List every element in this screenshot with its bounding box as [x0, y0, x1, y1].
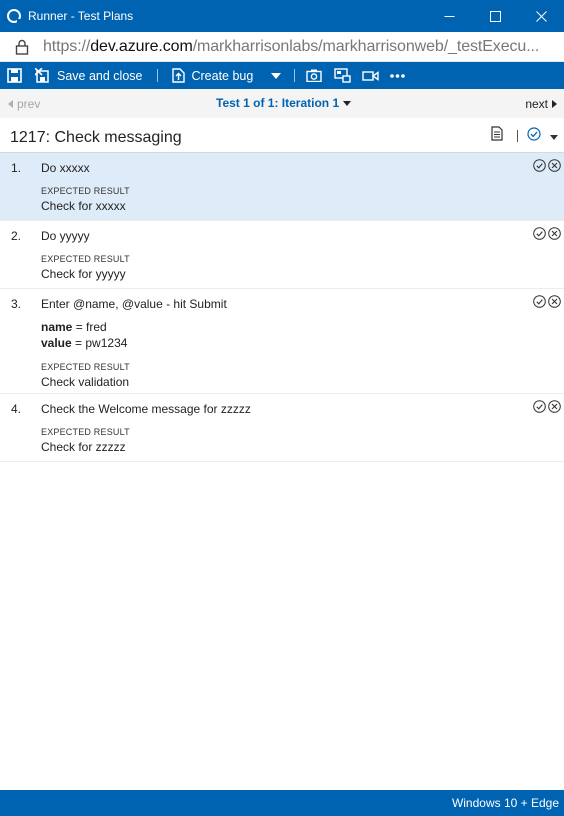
status-bar: Windows 10 + Edge: [0, 790, 564, 816]
next-label: next: [525, 96, 548, 111]
expected-result: Check for yyyyy: [41, 267, 126, 281]
step-row[interactable]: 3. Enter @name, @value - hit Submit name…: [0, 289, 564, 394]
parameter-equals: =: [72, 320, 87, 334]
step-action: Check the Welcome message for zzzzz: [41, 402, 251, 416]
expected-result-label: EXPECTED RESULT: [41, 254, 130, 264]
more-icon: [390, 73, 406, 78]
prev-button[interactable]: prev: [8, 97, 40, 111]
record-screen-button[interactable]: [362, 62, 380, 89]
document-icon: [491, 126, 503, 141]
chevron-down-icon: [343, 100, 352, 106]
step-number: 1.: [11, 161, 22, 175]
save-and-close-label: Save and close: [57, 68, 143, 83]
parameter-equals: =: [71, 336, 86, 350]
create-bug-label: Create bug: [191, 68, 254, 83]
pass-icon[interactable]: [533, 159, 546, 172]
window-title: Runner - Test Plans: [28, 9, 134, 23]
environment-label: Windows 10 + Edge: [451, 796, 559, 810]
fail-icon[interactable]: [548, 400, 561, 413]
step-number: 2.: [11, 229, 22, 243]
bug-icon: [172, 68, 186, 83]
pass-icon[interactable]: [533, 400, 546, 413]
iteration-selector[interactable]: Test 1 of 1: Iteration 1: [216, 96, 352, 110]
prev-label: prev: [17, 96, 41, 111]
capture-actions-icon: [334, 68, 352, 83]
minimize-button[interactable]: [426, 0, 472, 32]
create-bug-dropdown[interactable]: [271, 62, 282, 89]
more-options-button[interactable]: [390, 62, 406, 89]
expected-result: Check for zzzzz: [41, 440, 126, 454]
step-action: Enter @name, @value - hit Submit: [41, 297, 227, 311]
iteration-nav: prev Test 1 of 1: Iteration 1 next: [0, 89, 564, 118]
parameter-value: pw1234: [85, 336, 128, 350]
chevron-down-icon: [271, 72, 282, 79]
toolbar-separator: [157, 69, 159, 82]
fail-icon[interactable]: [548, 159, 561, 172]
test-case-outcome-button[interactable]: [527, 126, 541, 146]
window-titlebar: Runner - Test Plans: [0, 0, 564, 32]
expected-result: Check validation: [41, 375, 130, 389]
step-row[interactable]: 2. Do yyyyy EXPECTED RESULT Check for yy…: [0, 221, 564, 289]
step-action: Do yyyyy: [41, 229, 90, 243]
parameter-row: value = pw1234: [41, 335, 564, 351]
step-row[interactable]: 1. Do xxxxx EXPECTED RESULT Check for xx…: [0, 153, 564, 221]
pass-icon[interactable]: [533, 295, 546, 308]
close-window-button[interactable]: [518, 0, 564, 32]
save-button[interactable]: [7, 62, 22, 89]
url-text[interactable]: https://dev.azure.com/markharrisonlabs/m…: [43, 38, 553, 56]
maximize-icon: [489, 10, 501, 22]
pass-icon[interactable]: [533, 227, 546, 240]
test-case-header: 1217: Check messaging: [0, 118, 564, 153]
save-icon: [7, 68, 22, 83]
close-icon: [535, 10, 547, 22]
save-and-close-button[interactable]: Save and close: [35, 62, 142, 89]
address-bar[interactable]: https://dev.azure.com/markharrisonlabs/m…: [0, 32, 564, 62]
next-button[interactable]: next: [525, 97, 557, 111]
chevron-right-icon: [552, 99, 557, 108]
parameter-value: fred: [86, 320, 107, 334]
capture-actions-button[interactable]: [334, 62, 352, 89]
url-host: dev.azure.com: [90, 37, 193, 55]
camera-icon: [306, 69, 323, 82]
minimize-icon: [444, 15, 454, 17]
azure-devops-icon: [7, 9, 22, 24]
test-case-notes-button[interactable]: [491, 126, 503, 146]
parameter-row: name = fred: [41, 319, 564, 335]
expected-result-label: EXPECTED RESULT: [41, 427, 130, 437]
expected-result: Check for xxxxx: [41, 199, 126, 213]
lock-icon: [12, 39, 32, 55]
parameter-name: value: [41, 336, 72, 350]
runner-toolbar: Save and close Create bug: [0, 62, 564, 89]
toolbar-separator: [294, 69, 296, 82]
outcome-dropdown[interactable]: [550, 127, 558, 145]
iteration-label: Test 1 of 1: Iteration 1: [216, 96, 340, 110]
parameter-name: name: [41, 320, 73, 334]
save-close-icon: [35, 68, 49, 83]
expected-result-label: EXPECTED RESULT: [41, 362, 130, 372]
test-case-title: 1217: Check messaging: [10, 129, 182, 146]
step-row[interactable]: 4. Check the Welcome message for zzzzz E…: [0, 394, 564, 462]
create-bug-button[interactable]: Create bug: [172, 62, 253, 89]
fail-icon[interactable]: [548, 227, 561, 240]
step-action: Do xxxxx: [41, 161, 90, 175]
chevron-down-icon: [550, 135, 558, 140]
header-separator: [517, 130, 518, 142]
step-parameters: name = fred value = pw1234: [41, 319, 564, 351]
maximize-button[interactable]: [472, 0, 518, 32]
pass-icon: [527, 126, 541, 141]
fail-icon[interactable]: [548, 295, 561, 308]
step-number: 4.: [11, 402, 22, 416]
steps-list: 1. Do xxxxx EXPECTED RESULT Check for xx…: [0, 153, 564, 462]
url-prefix: https://: [43, 37, 91, 55]
expected-result-label: EXPECTED RESULT: [41, 186, 130, 196]
url-path: /markharrisonlabs/markharrisonweb/_testE…: [192, 37, 540, 55]
chevron-left-icon: [8, 99, 13, 108]
screenshot-button[interactable]: [306, 62, 323, 89]
video-icon: [362, 70, 380, 81]
step-number: 3.: [11, 297, 22, 311]
